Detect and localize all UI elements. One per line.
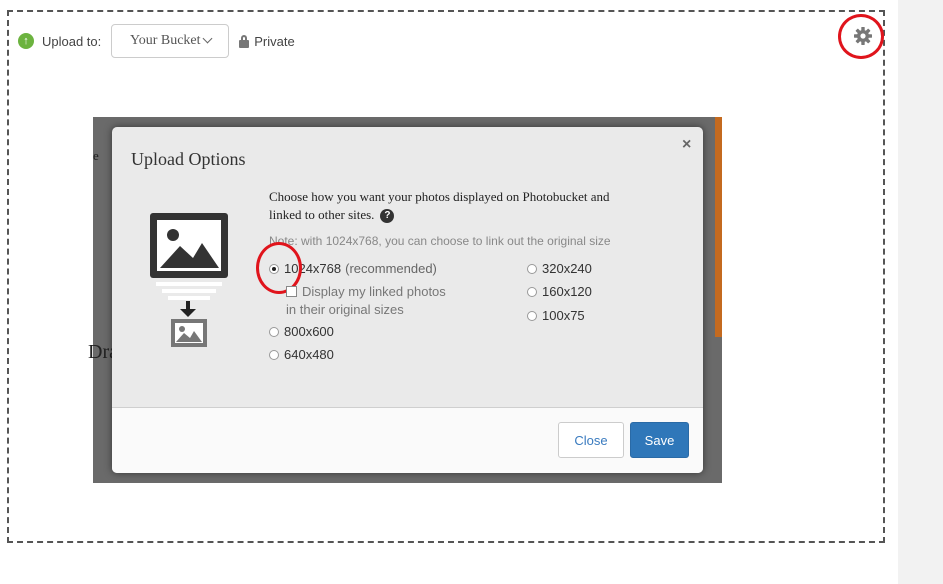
radio[interactable] (527, 310, 537, 321)
save-button[interactable]: Save (630, 422, 689, 458)
annotation-circle-gear (838, 14, 884, 59)
size-option-160x120[interactable]: 160x120 (527, 284, 592, 299)
checkbox-sublabel: in their original sizes (286, 302, 404, 317)
checkbox-label: Display my linked photos (302, 284, 446, 299)
privacy-label[interactable]: Private (254, 34, 294, 49)
close-icon[interactable]: × (682, 136, 691, 154)
size-label: 800x600 (284, 324, 334, 339)
dialog-description: Choose how you want your photos displaye… (269, 188, 629, 224)
lock-icon (239, 34, 250, 48)
radio[interactable] (269, 349, 279, 360)
photo-resize-illustration-icon (150, 213, 228, 347)
bucket-select-value: Your Bucket (130, 33, 201, 48)
radio[interactable] (527, 263, 537, 274)
size-label: 640x480 (284, 347, 334, 362)
dialog-title: Upload Options (131, 149, 246, 169)
dialog-footer: Close Save (112, 408, 703, 473)
size-option-100x75[interactable]: 100x75 (527, 308, 585, 323)
size-note: Note: with 1024x768, you can choose to l… (269, 234, 611, 248)
upload-arrow-icon: ↑ (18, 33, 34, 49)
radio[interactable] (527, 286, 537, 297)
upload-to-label: Upload to: (42, 33, 102, 49)
size-label: 100x75 (542, 308, 585, 323)
radio[interactable] (269, 326, 279, 337)
original-size-checkbox[interactable]: Display my linked photos (286, 284, 446, 299)
size-label: 160x120 (542, 284, 592, 299)
help-icon[interactable]: ? (380, 209, 395, 223)
size-option-640x480[interactable]: 640x480 (269, 347, 334, 362)
bucket-select[interactable]: Your Bucket (111, 24, 230, 58)
upload-toolbar: ↑ Upload to: Your Bucket Private (18, 24, 295, 58)
page-right-margin (898, 0, 943, 584)
checkbox[interactable] (286, 286, 297, 297)
size-option-320x240[interactable]: 320x240 (527, 261, 592, 276)
size-option-800x600[interactable]: 800x600 (269, 324, 334, 339)
chevron-down-icon (202, 33, 212, 43)
description-text: Choose how you want your photos displaye… (269, 189, 610, 222)
size-label: 320x240 (542, 261, 592, 276)
recommended-label: (recommended) (345, 261, 437, 276)
upload-options-dialog: Upload Options × Choose how you want you… (112, 127, 703, 473)
background-text-fragment: e (93, 148, 99, 163)
close-button[interactable]: Close (558, 422, 624, 458)
background-image-strip (715, 117, 722, 337)
